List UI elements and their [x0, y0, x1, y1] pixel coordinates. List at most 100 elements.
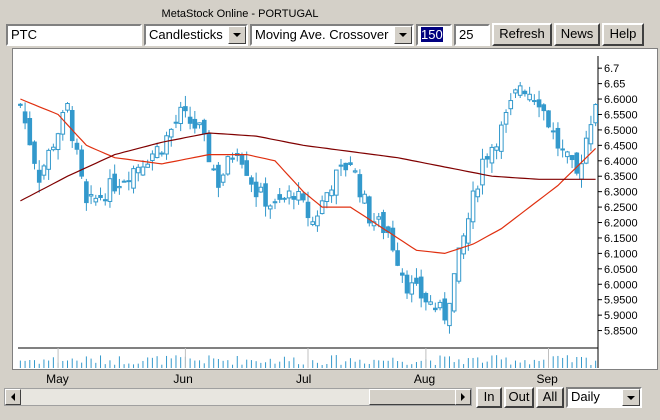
interval-value: Daily — [571, 389, 600, 404]
candle-body — [183, 106, 188, 112]
x-axis-month-label: Aug — [413, 372, 436, 386]
interval-dropdown-button[interactable] — [622, 389, 640, 406]
candle-body — [263, 183, 268, 207]
interval-select[interactable]: Daily — [566, 387, 642, 408]
y-tick-label: 6.2000 — [604, 218, 638, 230]
candle-body — [437, 301, 443, 309]
candle-body — [550, 130, 556, 133]
candle-body — [310, 221, 316, 225]
candle-body — [253, 181, 259, 198]
price-chart[interactable]: 6.7 6.65 6.6000 6.5500 6.5000 6.4500 6.4000 6.3… — [12, 48, 658, 370]
candle-body — [536, 99, 542, 108]
candle-body — [46, 149, 51, 170]
candle-body — [390, 227, 396, 251]
candle-body — [41, 165, 47, 176]
candle-body — [178, 106, 183, 125]
candle-body — [574, 152, 580, 174]
candle-body — [400, 272, 405, 276]
y-tick-label: 6.4500 — [604, 140, 638, 152]
candle-body — [117, 185, 122, 189]
candle-body — [88, 194, 94, 197]
horizontal-scrollbar[interactable] — [4, 388, 472, 406]
app-title: MetaStock Online - PORTUGAL — [161, 8, 319, 20]
candle-body — [470, 190, 476, 223]
candle-body — [272, 201, 278, 204]
candle-body — [433, 307, 438, 311]
candle-body — [173, 121, 179, 124]
candle-body — [357, 174, 363, 198]
period-long-input[interactable]: 150 — [416, 24, 452, 46]
candle-body — [126, 180, 132, 183]
chart-type-select[interactable]: Candlesticks — [144, 24, 248, 46]
candle-body — [324, 192, 330, 202]
candle-body — [140, 166, 146, 176]
help-button[interactable]: Help — [602, 23, 644, 46]
candle-body — [102, 199, 108, 202]
candle-body — [560, 148, 565, 151]
candle-body — [230, 157, 235, 160]
candle-body — [409, 282, 415, 295]
candle-body — [338, 164, 344, 167]
scroll-left-button[interactable] — [5, 389, 21, 405]
y-tick-label: 6.5500 — [604, 109, 638, 121]
candle-body — [300, 193, 306, 201]
candle-body — [593, 104, 598, 124]
candle-body — [121, 180, 127, 183]
candle-body — [513, 89, 518, 94]
candle-body — [220, 174, 226, 183]
y-tick-label: 6.5000 — [604, 125, 638, 137]
candle-body — [499, 124, 504, 152]
candle-body — [517, 85, 523, 96]
news-button[interactable]: News — [554, 23, 600, 46]
chevron-down-icon — [627, 395, 635, 400]
candle-body — [451, 273, 457, 312]
indicator-select[interactable]: Moving Ave. Crossover — [250, 24, 414, 46]
candle-body — [296, 191, 301, 201]
candle-body — [277, 194, 283, 200]
candle-body — [32, 141, 37, 164]
zoom-in-button[interactable]: In — [476, 387, 502, 408]
zoom-out-button[interactable]: Out — [504, 387, 534, 408]
candle-body — [461, 235, 466, 255]
candle-body — [527, 93, 532, 101]
candle-body — [93, 197, 99, 203]
candle-body — [395, 250, 400, 266]
candle-body — [69, 109, 75, 142]
candle-body — [27, 118, 33, 146]
y-tick-label: 6.65 — [604, 79, 625, 91]
scroll-thumb[interactable] — [369, 389, 457, 405]
candle-body — [376, 216, 382, 220]
arrow-left-icon — [11, 393, 15, 401]
chart-frame — [12, 48, 658, 370]
indicator-dropdown-button[interactable] — [394, 26, 412, 44]
y-tick-label: 6.3000 — [604, 187, 638, 199]
candle-body — [348, 162, 353, 166]
candle-body — [197, 122, 202, 126]
x-axis-month-label: Sep — [536, 372, 558, 386]
show-all-button[interactable]: All — [536, 387, 564, 408]
chart-type-value: Candlesticks — [149, 27, 223, 42]
candle-body — [423, 292, 429, 303]
scroll-right-button[interactable] — [455, 389, 471, 405]
candle-body — [305, 201, 311, 219]
period-short-input[interactable]: 25 — [454, 24, 490, 46]
y-tick-label: 6.7 — [604, 63, 619, 75]
candle-body — [112, 173, 117, 192]
y-tick-label: 6.4000 — [604, 156, 638, 168]
candle-body — [503, 112, 509, 125]
candle-body — [532, 100, 537, 103]
candle-body — [404, 274, 410, 294]
candle-body — [579, 163, 584, 180]
refresh-button[interactable]: Refresh — [492, 23, 552, 46]
candle-body — [74, 142, 80, 150]
candle-body — [18, 103, 23, 106]
symbol-input[interactable]: PTC — [6, 24, 142, 46]
y-tick-label: 5.8500 — [604, 326, 638, 338]
candle-body — [291, 196, 297, 200]
candle-body — [494, 146, 499, 151]
candle-body — [362, 193, 367, 204]
chart-type-dropdown-button[interactable] — [228, 26, 246, 44]
y-tick-label: 6.0000 — [604, 279, 638, 291]
candle-body — [249, 177, 254, 185]
chart-canvas[interactable]: 6.7 6.65 6.6000 6.5500 6.5000 6.4500 6.4000 6.3… — [12, 48, 658, 370]
